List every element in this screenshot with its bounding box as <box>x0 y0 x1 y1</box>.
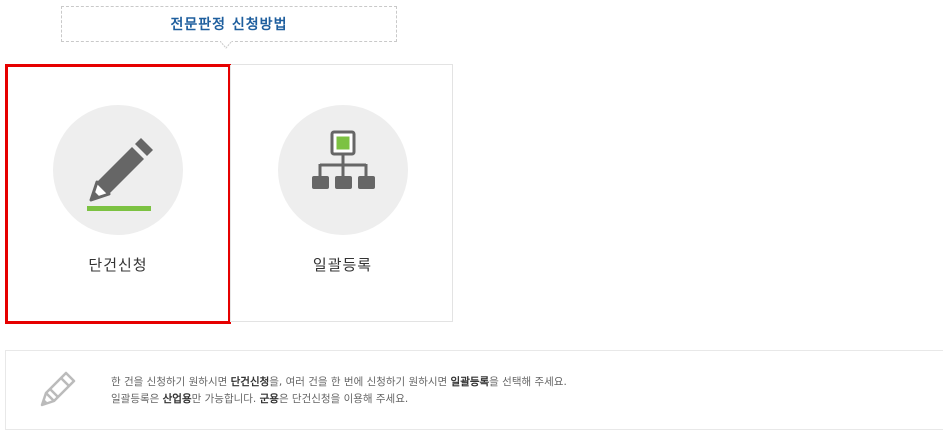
notice-text-part: 일괄등록은 <box>111 393 163 405</box>
notice-text-part: 은 단건신청을 이용해 주세요. <box>278 393 409 405</box>
notice-text: 한 건을 신청하기 원하시면 단건신청을, 여러 건을 한 번에 신청하기 원하… <box>111 374 567 408</box>
pencil-icon-circle <box>53 105 183 235</box>
notice-text-part: 만 가능합니다. <box>191 393 260 405</box>
notice-line-2: 일괄등록은 산업용만 가능합니다. 군용은 단건신청을 이용해 주세요. <box>111 391 567 408</box>
hierarchy-icon-circle <box>278 105 408 235</box>
single-application-option[interactable]: 단건신청 <box>5 64 231 324</box>
notice-line-1: 한 건을 신청하기 원하시면 단건신청을, 여러 건을 한 번에 신청하기 원하… <box>111 374 567 391</box>
hierarchy-icon <box>312 130 375 189</box>
section-title: 전문판정 신청방법 <box>170 17 288 33</box>
section-title-box: 전문판정 신청방법 <box>61 6 397 42</box>
notice-text-part: 을 선택해 주세요. <box>489 376 567 388</box>
bulk-registration-option[interactable]: 일괄등록 <box>230 65 454 322</box>
notice-emphasis-military: 군용 <box>259 393 279 405</box>
pencil-outline-icon <box>40 371 76 407</box>
notice-text-part: 한 건을 신청하기 원하시면 <box>111 376 231 388</box>
notice-emphasis-bulk: 일괄등록 <box>450 376 490 388</box>
notice-emphasis-industrial: 산업용 <box>162 393 192 405</box>
notice-emphasis-single: 단건신청 <box>230 376 270 388</box>
pencil-icon <box>87 138 153 211</box>
single-application-label: 단건신청 <box>88 256 148 274</box>
notice-box: 한 건을 신청하기 원하시면 단건신청을, 여러 건을 한 번에 신청하기 원하… <box>5 350 943 430</box>
title-pointer <box>220 41 232 49</box>
notice-text-part: 을, 여러 건을 한 번에 신청하기 원하시면 <box>269 376 451 388</box>
application-method-options: 단건신청 일괄등록 <box>5 64 454 324</box>
bulk-registration-label: 일괄등록 <box>312 256 373 274</box>
